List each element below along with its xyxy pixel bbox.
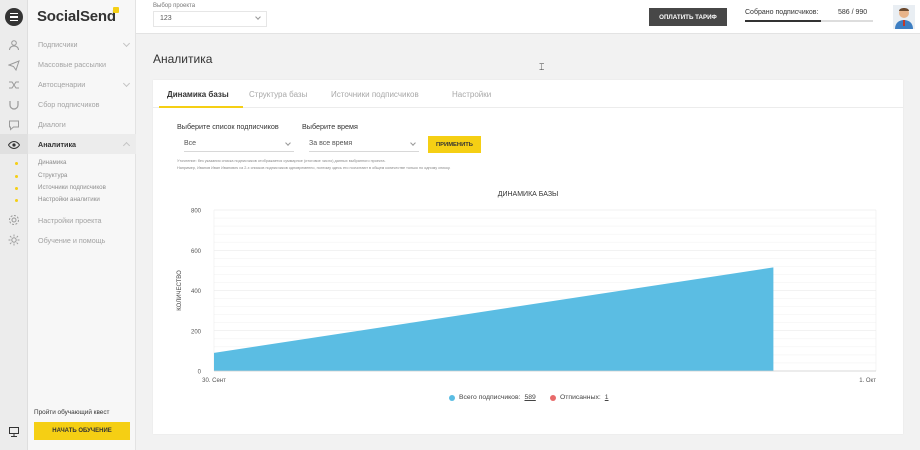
- start-learning-button[interactable]: НАЧАТЬ ОБУЧЕНИЕ: [34, 422, 130, 440]
- subscribers-progress-bar: [745, 20, 873, 22]
- page-title: Аналитика: [153, 52, 213, 66]
- legend-dot-total: [449, 394, 455, 401]
- sidebar-item-subscribers[interactable]: Подписчики: [38, 40, 78, 49]
- sidebar-item-project-settings[interactable]: Настройки проекта: [38, 216, 102, 225]
- logo-badge: [113, 7, 119, 13]
- users-icon[interactable]: [8, 39, 20, 51]
- logo[interactable]: SocialSend: [37, 8, 116, 25]
- sub-item-sources[interactable]: Источники подписчиков: [38, 184, 106, 191]
- magnet-icon[interactable]: [8, 99, 20, 111]
- legend-total-value: 589: [524, 394, 536, 401]
- subscribers-collected-count: 586 / 990: [838, 9, 868, 16]
- sidebar-item-learning-help[interactable]: Обучение и помощь: [38, 236, 105, 245]
- y-tick-label: 0: [198, 370, 202, 376]
- legend-unsub-value: 1: [604, 394, 609, 401]
- y-tick-label: 600: [191, 249, 202, 255]
- sidebar-item-analytics[interactable]: Аналитика: [38, 140, 76, 149]
- top-bar: Выбор проекта 123 ОПЛАТИТЬ ТАРИФ Собрано…: [136, 0, 920, 34]
- sidebar-item-mass-mailing[interactable]: Массовые рассылки: [38, 60, 106, 69]
- analytics-card: Динамика базы Структура базы Источники п…: [153, 80, 903, 434]
- education-icon[interactable]: [8, 426, 20, 438]
- subscribers-progress-fill: [745, 20, 821, 22]
- avatar[interactable]: [893, 5, 915, 29]
- shuffle-icon[interactable]: [8, 79, 20, 91]
- x-tick-label: 1. Окт: [859, 378, 876, 384]
- chevron-down-icon: [255, 14, 261, 20]
- sun-help-icon[interactable]: [8, 234, 20, 246]
- sub-item-dot: [15, 162, 18, 165]
- project-select-label: Выбор проекта: [153, 3, 196, 9]
- legend-unsub-label: Отписанных:: [560, 394, 601, 401]
- chevron-down-icon: [122, 39, 131, 48]
- subscribers-collected-label: Собрано подписчиков:: [745, 9, 819, 16]
- sub-item-dot: [15, 187, 18, 190]
- x-tick-label: 30. Сент: [202, 378, 226, 384]
- legend-dot-unsubscribed: [550, 394, 556, 401]
- chevron-down-icon: [122, 79, 131, 88]
- y-axis-label: КОЛИЧЕСТВО: [177, 270, 183, 311]
- sub-item-structure[interactable]: Структура: [38, 172, 67, 179]
- series-area-total: [214, 267, 774, 371]
- base-dynamics-chart: 0 200 400 600 800 30. Сент 1. Окт КОЛИЧЕСТВО: [177, 209, 877, 384]
- hamburger-menu-icon[interactable]: [5, 8, 23, 26]
- y-tick-label: 400: [191, 289, 202, 295]
- legend-total-label: Всего подписчиков:: [459, 394, 521, 401]
- quest-label: Пройти обучающий квест: [34, 409, 110, 416]
- sub-item-analytics-settings[interactable]: Настройки аналитики: [38, 196, 100, 203]
- legend-item-total[interactable]: Всего подписчиков: 589: [449, 394, 536, 401]
- y-tick-label: 800: [191, 209, 202, 215]
- mouse-cursor-icon: ⌶: [539, 62, 545, 72]
- chat-icon[interactable]: [8, 119, 20, 131]
- project-select-value: 123: [160, 15, 172, 22]
- icon-rail: [0, 0, 28, 450]
- sub-item-dot: [15, 175, 18, 178]
- pay-tariff-button[interactable]: ОПЛАТИТЬ ТАРИФ: [649, 8, 727, 26]
- sidebar-item-collect-subscribers[interactable]: Сбор подписчиков: [38, 100, 99, 109]
- y-tick-label: 200: [191, 329, 202, 335]
- project-select[interactable]: 123: [153, 11, 267, 27]
- legend-item-unsubscribed[interactable]: Отписанных: 1: [550, 394, 609, 401]
- sub-item-dynamics[interactable]: Динамика: [38, 159, 67, 166]
- sidebar: SocialSend Подписчики Массовые рассылки …: [15, 0, 136, 450]
- send-icon[interactable]: [8, 59, 20, 71]
- sidebar-item-dialogs[interactable]: Диалоги: [38, 120, 66, 129]
- sub-item-dot: [15, 199, 18, 202]
- sidebar-item-autoscenarios[interactable]: Автосценарии: [38, 80, 85, 89]
- settings-gear-icon[interactable]: [8, 214, 20, 226]
- eye-icon[interactable]: [8, 139, 20, 151]
